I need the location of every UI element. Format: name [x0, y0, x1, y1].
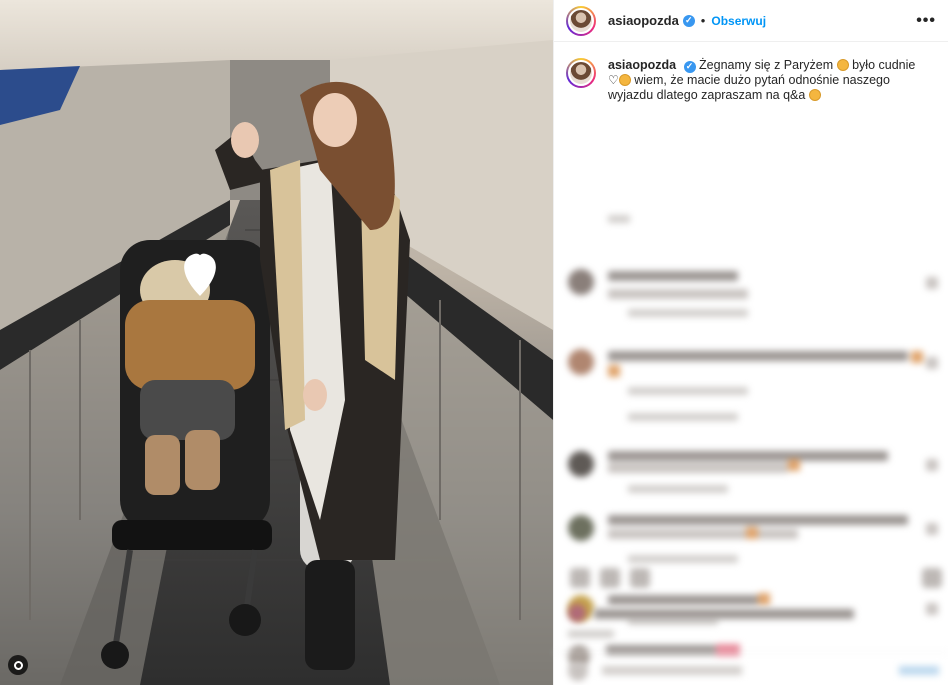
verified-badge-icon: ✓ [683, 60, 696, 73]
caption-line-2: było cudnie [852, 58, 916, 72]
add-comment-bar [554, 652, 948, 685]
heart-icon: ♡ [608, 73, 619, 87]
user-tag-icon[interactable] [8, 655, 28, 675]
caption-line-3: wiem, że macie dużo pytań odnośnie nasze… [608, 73, 890, 102]
caption: asiaopozda ✓ Żegnamy się z Paryżem było … [554, 42, 948, 103]
list-item[interactable] [566, 263, 948, 323]
caption-line-1: Żegnamy się z Paryżem [699, 58, 834, 72]
list-item[interactable] [566, 445, 948, 505]
share-icon[interactable] [630, 568, 650, 588]
emoji-picker-icon[interactable] [568, 661, 588, 681]
post-photo-illustration [0, 0, 553, 685]
post-header: asiaopozda ✓ • Obserwuj ••• [554, 0, 948, 42]
author-username[interactable]: asiaopozda [608, 13, 679, 28]
action-bar [566, 566, 942, 590]
more-options-icon[interactable]: ••• [916, 12, 936, 30]
list-item[interactable] [566, 509, 948, 569]
list-item[interactable] [566, 343, 948, 421]
post-sidebar: asiaopozda ✓ • Obserwuj ••• asiaopozda ✓… [553, 0, 948, 685]
comment-icon[interactable] [600, 568, 620, 588]
like-icon[interactable] [570, 568, 590, 588]
emoji-icon [836, 59, 849, 71]
caption-username[interactable]: asiaopozda [608, 58, 676, 72]
emoji-icon [618, 74, 631, 86]
caption-avatar[interactable] [566, 58, 596, 88]
emoji-icon [808, 89, 821, 101]
follow-button[interactable]: Obserwuj [711, 14, 766, 28]
bookmark-icon[interactable] [922, 568, 942, 588]
post-date [566, 628, 936, 640]
post-photo[interactable] [0, 0, 553, 685]
likes-row [566, 602, 936, 626]
caption-text: asiaopozda ✓ Żegnamy się z Paryżem było … [608, 58, 918, 103]
comment-input[interactable] [602, 666, 742, 675]
post-comment-button[interactable] [899, 666, 939, 675]
author-avatar[interactable] [566, 5, 596, 36]
verified-badge-icon: ✓ [682, 14, 695, 27]
separator-dot: • [700, 13, 706, 28]
